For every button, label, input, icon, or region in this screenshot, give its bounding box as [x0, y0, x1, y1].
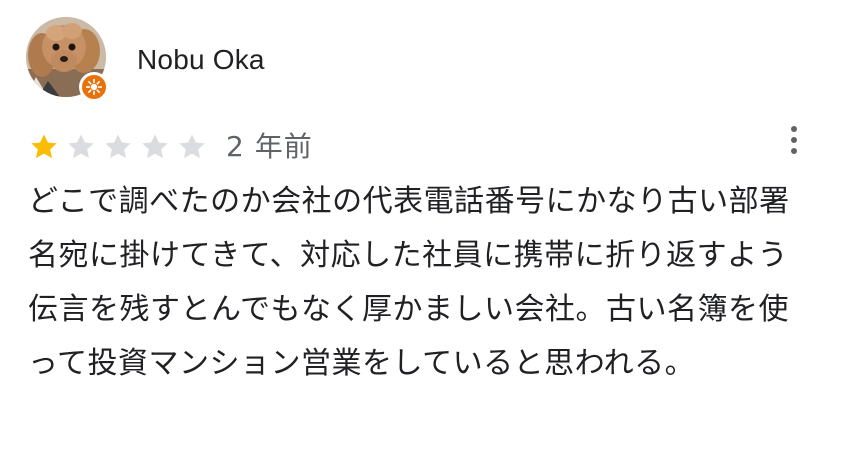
avatar[interactable] — [26, 17, 110, 102]
review-date: 2 年前 — [226, 130, 313, 163]
review-text: どこで調べたのか会社の代表電話番号にかなり古い部署名宛に掛けてきて、対応した社員… — [28, 184, 790, 381]
star-empty-icon — [68, 134, 94, 159]
star-empty-icon — [142, 134, 168, 159]
more-vert-icon[interactable] — [778, 120, 810, 160]
review-card: Nobu Oka 2 年前 どこで調べたのか会社の代表電話番号にかなり古い部署名… — [0, 0, 850, 456]
rating-row: 2 年前 — [28, 127, 313, 167]
star-empty-icon — [105, 134, 131, 159]
local-guide-badge-icon — [79, 72, 109, 102]
star-rating — [28, 131, 208, 163]
reviewer-name[interactable]: Nobu Oka — [137, 42, 265, 78]
star-filled-icon — [31, 134, 57, 159]
star-empty-icon — [179, 134, 205, 159]
